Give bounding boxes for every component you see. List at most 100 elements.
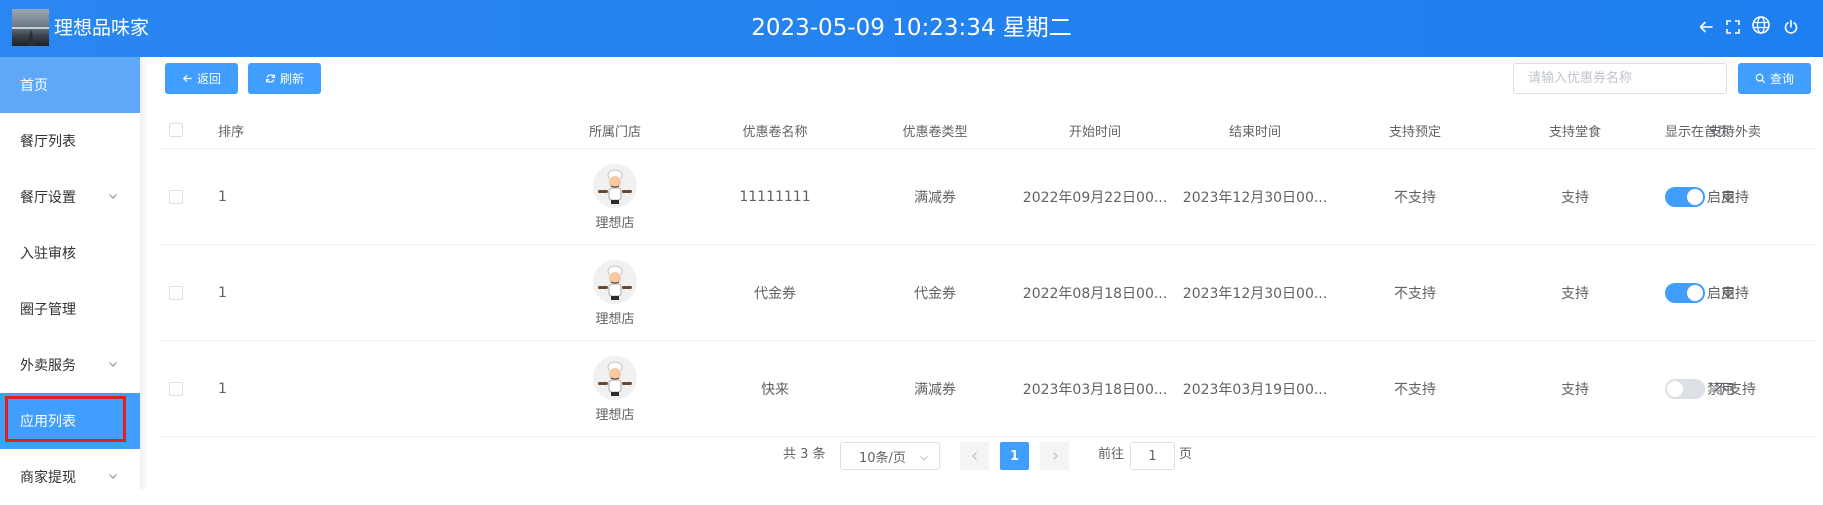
sidebar-item-label: 外卖服务 <box>20 358 76 374</box>
goto-label: 前往 <box>1098 447 1125 462</box>
coupon-type-cell: 满减券 <box>914 190 956 206</box>
chevron-left-icon <box>971 452 977 460</box>
order-cell: 1 <box>218 189 227 205</box>
chevron-right-icon <box>1052 452 1058 460</box>
column-header: 优惠卷类型 <box>902 124 968 140</box>
chevron-down-icon <box>109 362 117 367</box>
select-all-checkbox[interactable] <box>169 123 183 137</box>
table-row: 1 理想店 快来 满减券 2023年03月18日00... 2023年03月19… <box>160 342 1815 437</box>
end-time-cell: 2023年12月30日00... <box>1182 286 1328 302</box>
next-page-button[interactable] <box>1040 442 1069 470</box>
column-header: 显示在首页 <box>1665 124 1731 140</box>
store-name: 理想店 <box>595 215 635 231</box>
prev-page-button[interactable] <box>960 442 989 470</box>
query-button[interactable]: 查询 <box>1738 63 1811 94</box>
switch-label: 启用 <box>1707 286 1735 302</box>
sidebar-item-home[interactable]: 首页 <box>0 57 140 113</box>
home-display-switch[interactable] <box>1665 379 1705 399</box>
table-row: 1 理想店 11111111 满减券 2022年09月22日00... 2023… <box>160 150 1815 245</box>
globe-icon[interactable] <box>1750 14 1772 36</box>
dine-in-cell: 支持 <box>1561 286 1589 302</box>
table-header: 排序 所属门店 优惠卷名称 优惠卷类型 开始时间 结束时间 支持预定 支持堂食 … <box>160 112 1815 149</box>
chef-avatar <box>593 355 637 400</box>
end-time-cell: 2023年12月30日00... <box>1182 190 1328 206</box>
sidebar-item-label: 入驻审核 <box>20 246 76 262</box>
dine-in-cell: 支持 <box>1561 190 1589 206</box>
chef-avatar <box>593 259 637 304</box>
home-display-cell: 禁用 <box>1665 342 1815 436</box>
store-cell: 理想店 <box>535 150 695 244</box>
row-checkbox[interactable] <box>169 382 183 396</box>
page-suffix: 页 <box>1179 447 1193 462</box>
switch-label: 启用 <box>1707 190 1735 206</box>
coupon-name-cell: 快来 <box>761 382 789 398</box>
sidebar-item-restaurant-settings[interactable]: 餐厅设置 <box>0 169 140 225</box>
sidebar-item-onboarding-review[interactable]: 入驻审核 <box>0 225 140 281</box>
start-time-cell: 2023年03月18日00... <box>1022 382 1168 398</box>
column-header: 排序 <box>218 124 245 140</box>
fullscreen-icon[interactable] <box>1722 16 1744 38</box>
home-display-switch[interactable] <box>1665 283 1705 303</box>
sidebar-item-label: 餐厅设置 <box>20 190 76 206</box>
back-button-label: 返回 <box>196 72 221 86</box>
highlight-box <box>5 396 126 442</box>
sidebar-item-label: 餐厅列表 <box>20 134 76 150</box>
column-header: 所属门店 <box>588 124 641 140</box>
dine-in-cell: 支持 <box>1561 382 1589 398</box>
sidebar-item-merchant-withdrawal[interactable]: 商家提现 <box>0 449 140 505</box>
page-number-button[interactable]: 1 <box>1000 442 1029 470</box>
order-cell: 1 <box>218 285 227 301</box>
store-cell: 理想店 <box>535 246 695 340</box>
top-header: 理想品味家 2023-05-09 10:23:34 星期二 <box>0 0 1823 57</box>
store-cell: 理想店 <box>535 342 695 436</box>
row-checkbox[interactable] <box>169 190 183 204</box>
query-button-label: 查询 <box>1769 72 1794 86</box>
switch-label: 禁用 <box>1707 382 1735 398</box>
column-header: 结束时间 <box>1228 124 1281 140</box>
home-display-cell: 启用 <box>1665 246 1815 340</box>
start-time-cell: 2022年08月18日00... <box>1022 286 1168 302</box>
coupon-name-cell: 代金券 <box>754 286 796 302</box>
table-row: 1 理想店 代金券 代金券 2022年08月18日00... 2023年12月3… <box>160 246 1815 341</box>
store-name: 理想店 <box>595 311 635 327</box>
refresh-button-label: 刷新 <box>279 72 304 86</box>
page-size-value: 10条/页 <box>859 450 906 466</box>
sidebar-item-label: 商家提现 <box>20 470 76 486</box>
back-arrow-icon[interactable] <box>1695 16 1717 38</box>
back-arrow-icon <box>182 74 192 83</box>
coupon-search-input[interactable] <box>1513 63 1727 94</box>
reserve-cell: 不支持 <box>1394 190 1436 206</box>
sidebar-item-delivery-service[interactable]: 外卖服务 <box>0 337 140 393</box>
column-header: 开始时间 <box>1068 124 1121 140</box>
sidebar-item-circle-management[interactable]: 圈子管理 <box>0 281 140 337</box>
sidebar-item-restaurant-list[interactable]: 餐厅列表 <box>0 113 140 169</box>
home-display-cell: 启用 <box>1665 150 1815 244</box>
chef-avatar <box>593 163 637 208</box>
refresh-button[interactable]: 刷新 <box>248 63 321 94</box>
goto-page-input[interactable]: 1 <box>1130 442 1175 470</box>
reserve-cell: 不支持 <box>1394 382 1436 398</box>
coupon-name-cell: 11111111 <box>739 189 811 205</box>
store-name: 理想店 <box>595 407 635 423</box>
pagination-total: 共 3 条 <box>783 447 826 462</box>
back-button[interactable]: 返回 <box>165 63 238 94</box>
page-size-select[interactable]: 10条/页 <box>840 442 940 470</box>
end-time-cell: 2023年03月19日00... <box>1182 382 1328 398</box>
home-display-switch[interactable] <box>1665 187 1705 207</box>
search-icon <box>1755 73 1766 84</box>
start-time-cell: 2022年09月22日00... <box>1022 190 1168 206</box>
column-header: 优惠卷名称 <box>742 124 808 140</box>
chevron-down-icon <box>109 474 117 479</box>
column-header: 支持堂食 <box>1548 124 1601 140</box>
row-checkbox[interactable] <box>169 286 183 300</box>
reserve-cell: 不支持 <box>1394 286 1436 302</box>
chevron-down-icon <box>920 456 928 461</box>
sidebar-item-label: 首页 <box>20 78 48 94</box>
refresh-icon <box>265 74 276 83</box>
chevron-down-icon <box>109 194 117 199</box>
power-icon[interactable] <box>1780 16 1802 38</box>
sidebar-item-label: 圈子管理 <box>20 302 76 318</box>
coupon-type-cell: 代金券 <box>914 286 956 302</box>
coupon-type-cell: 满减券 <box>914 382 956 398</box>
header-clock: 2023-05-09 10:23:34 星期二 <box>751 15 1072 41</box>
